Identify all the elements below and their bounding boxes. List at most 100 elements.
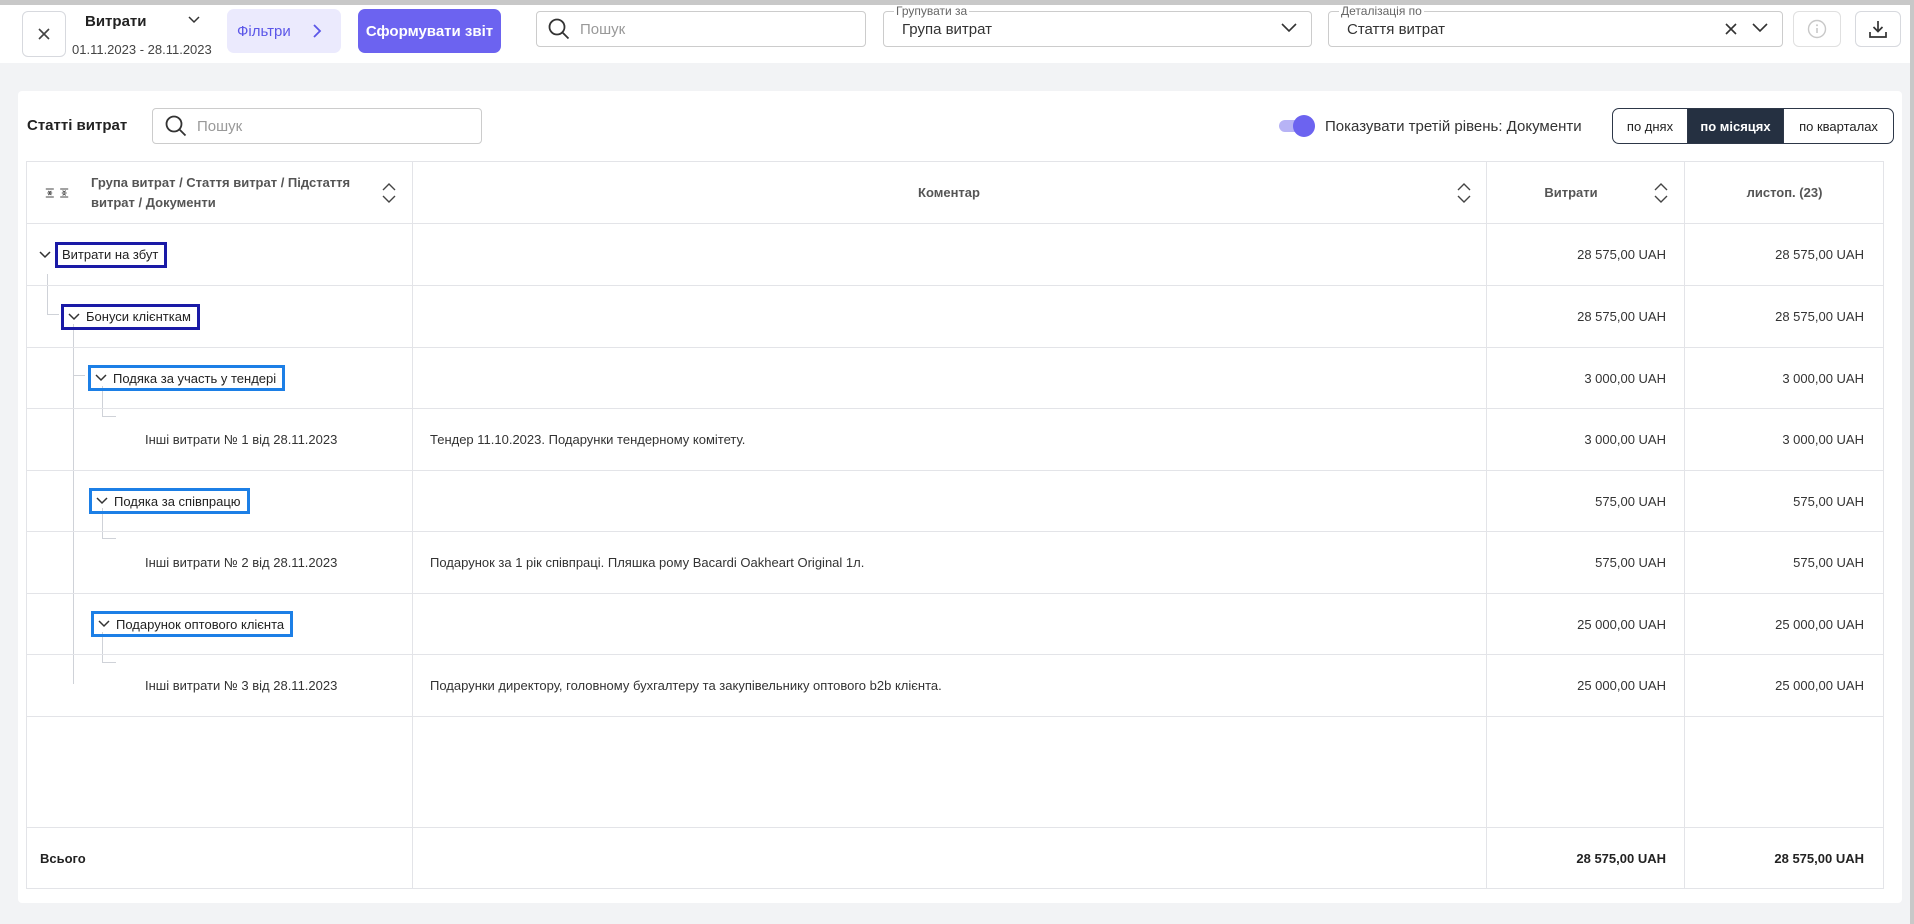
chevron-down-icon[interactable] [39, 250, 51, 259]
generate-report-button[interactable]: Сформувати звіт [358, 9, 501, 53]
toolbar-search-input[interactable]: Пошук [536, 11, 866, 47]
sort-icon [1654, 182, 1668, 203]
row-period-value: 3 000,00 UAH [1782, 370, 1864, 386]
row-period-value: 575,00 UAH [1793, 555, 1864, 570]
total-expenses: 28 575,00 UAH [1576, 851, 1666, 866]
expand-collapse-all-button[interactable] [45, 162, 69, 223]
expand-collapse-icon [45, 187, 69, 198]
table-header-row: Група витрат / Стаття витрат / Підстаття… [27, 162, 1883, 224]
card-title: Статті витрат [27, 117, 128, 134]
row-expenses: 28 575,00 UAH [1577, 309, 1666, 324]
sort-group-button[interactable] [382, 162, 398, 223]
report-title[interactable]: Витрати [85, 13, 146, 30]
group-by-select[interactable]: Групувати за Група витрат [883, 5, 1312, 47]
period-quarters-button[interactable]: по кварталах [1783, 109, 1893, 143]
detail-by-select[interactable]: Деталізація по Стаття витрат [1328, 5, 1783, 47]
chevron-down-icon[interactable] [96, 497, 108, 505]
header-group[interactable]: Група витрат / Стаття витрат / Підстаття… [91, 162, 361, 223]
row-label-node[interactable]: Подяка за участь у тендері [88, 365, 286, 391]
row-label: Подяка за співпрацю [114, 493, 241, 509]
row-period-value: 28 575,00 UAH [1775, 247, 1864, 262]
tree-node[interactable]: Витрати на збут [39, 224, 168, 285]
card-search-input[interactable]: Пошук [152, 108, 482, 144]
tree-node[interactable]: Подяка за співпрацю [89, 471, 250, 531]
total-label: Всього [40, 851, 86, 866]
toggle-switch[interactable] [1277, 115, 1315, 137]
row-comment: Подарунок за 1 рік співпраці. Пляшка ром… [430, 555, 865, 570]
table-row[interactable]: Бонуси клієнткам 28 575,00 UAH 28 575,00… [27, 286, 1883, 348]
card-search-placeholder: Пошук [197, 117, 243, 135]
row-comment: Тендер 11.10.2023. Подарунки тендерному … [430, 432, 746, 447]
table-total-row: Всього 28 575,00 UAH 28 575,00 UAH [27, 827, 1883, 889]
row-comment: Подарунки директору, головному бухгалтер… [430, 678, 942, 693]
header-expenses[interactable]: Витрати [1486, 162, 1656, 223]
search-icon [548, 18, 570, 40]
row-period-value: 28 575,00 UAH [1775, 309, 1864, 324]
filters-label: Фільтри [237, 22, 291, 40]
row-label[interactable]: Інші витрати № 1 від 28.11.2023 [145, 409, 337, 470]
download-button[interactable] [1855, 11, 1901, 47]
tree-node[interactable]: Бонуси клієнткам [61, 286, 200, 347]
table-row[interactable]: Подарунок оптового клієнта 25 000,00 UAH… [27, 594, 1883, 655]
row-expenses: 28 575,00 UAH [1577, 247, 1666, 262]
row-expenses: 25 000,00 UAH [1577, 616, 1666, 632]
sort-comment-button[interactable] [1457, 162, 1473, 223]
chevron-down-icon[interactable] [95, 374, 107, 382]
toggle-knob [1293, 115, 1315, 137]
chevron-down-icon[interactable] [68, 312, 80, 321]
tree-node[interactable]: Подяка за участь у тендері [88, 348, 286, 408]
row-label: Витрати на збут [55, 241, 168, 268]
expenses-table: Група витрат / Стаття витрат / Підстаття… [26, 161, 1884, 889]
window-frame-right [1910, 0, 1914, 924]
chevron-down-icon [1752, 23, 1768, 33]
third-level-toggle[interactable]: Показувати третій рівень: Документи [1277, 115, 1582, 137]
sort-icon [382, 182, 396, 203]
group-by-label: Групувати за [894, 4, 970, 18]
period-days-button[interactable]: по днях [1613, 109, 1687, 143]
detail-by-value: Стаття витрат [1347, 21, 1446, 38]
detail-by-label: Деталізація по [1339, 4, 1424, 18]
close-button[interactable] [22, 11, 66, 57]
table-row[interactable]: Подяка за участь у тендері 3 000,00 UAH … [27, 348, 1883, 409]
report-card: Статті витрат Пошук Показувати третій рі… [18, 91, 1902, 903]
table-row[interactable]: Подяка за співпрацю 575,00 UAH 575,00 UA… [27, 471, 1883, 532]
sort-icon [1457, 182, 1471, 203]
row-period-value: 25 000,00 UAH [1775, 616, 1864, 632]
row-expenses: 3 000,00 UAH [1584, 370, 1666, 386]
table-row[interactable]: Інші витрати № 3 від 28.11.2023 Подарунк… [27, 655, 1883, 717]
row-period-value: 575,00 UAH [1793, 493, 1864, 509]
row-expenses: 575,00 UAH [1595, 555, 1666, 570]
chevron-down-icon[interactable] [188, 16, 200, 24]
table-row[interactable]: Витрати на збут 28 575,00 UAH 28 575,00 … [27, 224, 1883, 286]
row-label-node[interactable]: Бонуси клієнткам [61, 303, 200, 330]
tree-node[interactable]: Подарунок оптового клієнта [91, 594, 294, 654]
period-segmented-control: по днях по місяцях по кварталах [1612, 108, 1894, 144]
report-toolbar: Витрати 01.11.2023 - 28.11.2023 Фільтри … [0, 5, 1910, 63]
period-months-button[interactable]: по місяцях [1687, 109, 1783, 143]
total-period-value: 28 575,00 UAH [1774, 851, 1864, 866]
table-row[interactable]: Інші витрати № 2 від 28.11.2023 Подаруно… [27, 532, 1883, 594]
report-date-range: 01.11.2023 - 28.11.2023 [72, 42, 212, 57]
chevron-down-icon[interactable] [98, 620, 110, 628]
header-period[interactable]: листоп. (23) [1684, 162, 1885, 223]
row-label: Подарунок оптового клієнта [116, 616, 285, 632]
close-icon [38, 28, 50, 40]
row-label-node[interactable]: Подарунок оптового клієнта [91, 611, 294, 637]
row-label[interactable]: Інші витрати № 3 від 28.11.2023 [145, 655, 337, 716]
info-button[interactable] [1793, 11, 1841, 47]
row-expenses: 575,00 UAH [1595, 493, 1666, 509]
sort-expenses-button[interactable] [1654, 162, 1670, 223]
row-label-node[interactable]: Подяка за співпрацю [89, 488, 250, 514]
clear-icon[interactable] [1724, 22, 1738, 36]
row-label: Бонуси клієнткам [86, 309, 191, 324]
download-icon [1869, 21, 1887, 38]
row-period-value: 3 000,00 UAH [1782, 432, 1864, 447]
header-comment[interactable]: Коментар [412, 162, 1486, 223]
row-label[interactable]: Інші витрати № 2 від 28.11.2023 [145, 532, 337, 593]
filters-button[interactable]: Фільтри [227, 9, 341, 53]
info-icon [1807, 19, 1827, 39]
table-row[interactable]: Інші витрати № 1 від 28.11.2023 Тендер 1… [27, 409, 1883, 471]
toolbar-search-placeholder: Пошук [580, 20, 626, 38]
chevron-right-icon [313, 24, 322, 38]
row-expenses: 25 000,00 UAH [1577, 678, 1666, 693]
